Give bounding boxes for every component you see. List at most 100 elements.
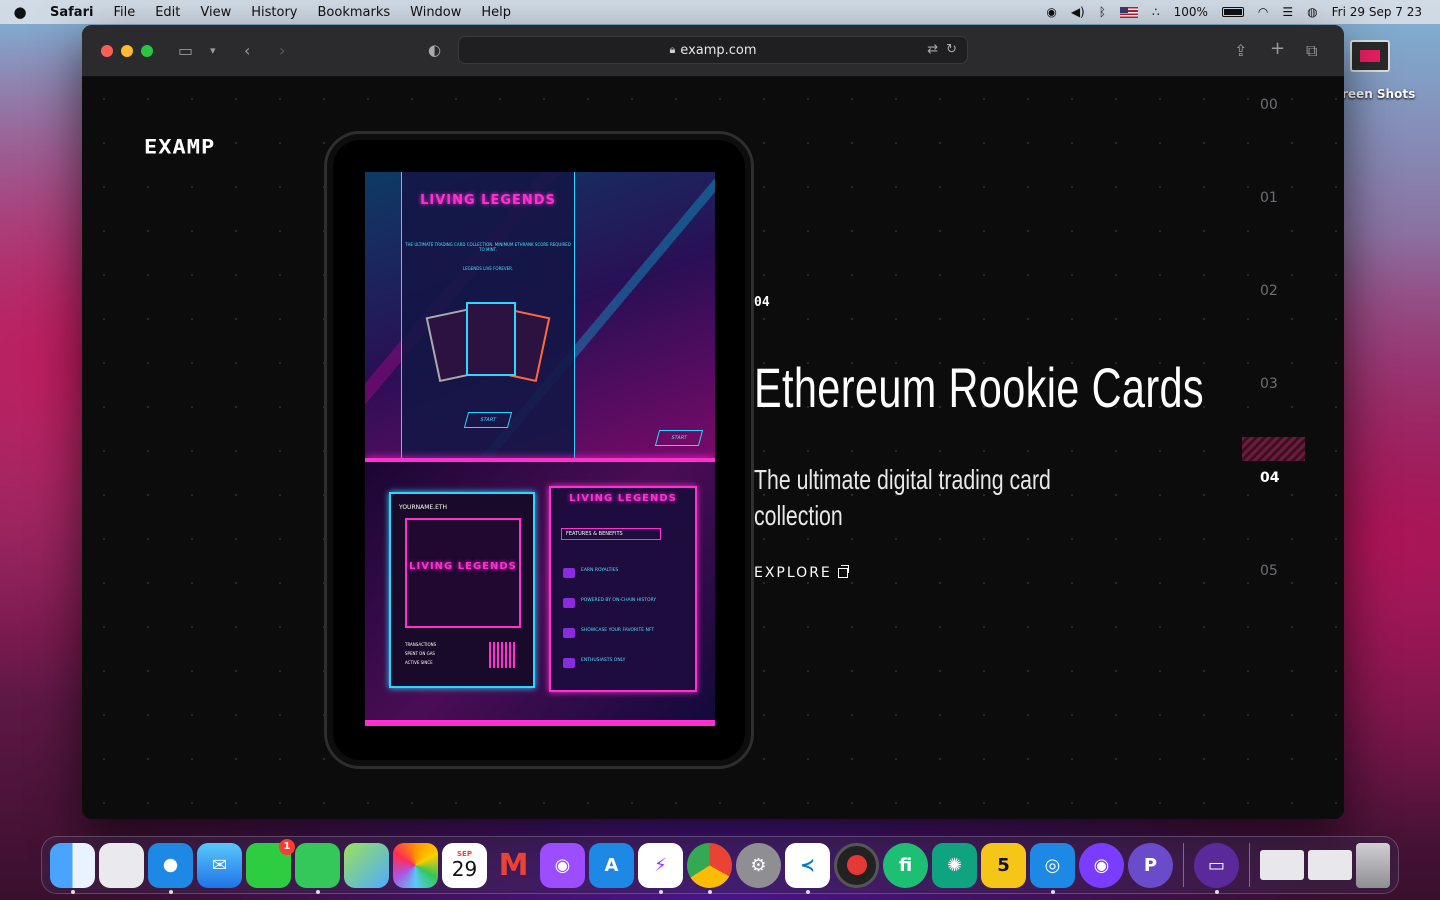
- mockup-card-name: YOURNAME.ETH: [399, 504, 448, 511]
- vscode-icon[interactable]: ≺: [785, 842, 830, 894]
- settings-gear-icon[interactable]: ⚙: [736, 842, 781, 888]
- share-icon[interactable]: ⇪: [1234, 41, 1247, 60]
- sidebar-toggle-icon[interactable]: ▭: [178, 41, 193, 60]
- siri-icon[interactable]: ◍: [1307, 5, 1317, 19]
- maps-icon[interactable]: [344, 842, 389, 888]
- mockup-features-header: FEATURES & BENEFITS: [561, 528, 661, 540]
- trash-icon[interactable]: [1356, 842, 1390, 888]
- mockup-brand-title: LIVING LEGENDS: [420, 193, 556, 208]
- web-page: EXAMP LIVING LEGENDS THE ULTIMATE TRADIN…: [82, 77, 1344, 819]
- photos-icon[interactable]: [393, 842, 438, 888]
- launchpad-icon[interactable]: [99, 842, 144, 888]
- apple-icon[interactable]: ●: [0, 3, 40, 21]
- minimized-window-1-icon[interactable]: [1260, 850, 1304, 880]
- menu-history[interactable]: History: [241, 5, 307, 20]
- new-tab-icon[interactable]: +: [1270, 38, 1285, 59]
- fiverr-icon[interactable]: fi: [883, 842, 928, 888]
- slide-nav-03[interactable]: 03: [1260, 376, 1320, 392]
- status-area: ◉ ◀) ᛒ ∴ 100% ◠ ☰ ◍ Fri 29 Sep 7 23: [1046, 5, 1440, 19]
- page-subtitle: The ultimate digital trading card collec…: [754, 464, 1051, 531]
- slide-nav-05[interactable]: 05: [1260, 563, 1320, 579]
- safari-icon[interactable]: [148, 842, 193, 894]
- chrome-icon[interactable]: [687, 842, 732, 894]
- app-store-icon[interactable]: A: [589, 842, 634, 888]
- chatgpt-icon[interactable]: ✺: [932, 842, 977, 888]
- mockup-card-brand: LIVING LEGENDS: [409, 561, 517, 572]
- chevron-down-icon[interactable]: ▾: [210, 44, 216, 57]
- drive-icon[interactable]: ▭: [1194, 842, 1239, 894]
- wifi-icon[interactable]: ◠: [1258, 5, 1268, 19]
- slide-nav-00[interactable]: 00: [1260, 97, 1320, 113]
- pastel-app-icon[interactable]: ◉: [1079, 842, 1124, 888]
- mockup-hero-section: LIVING LEGENDS THE ULTIMATE TRADING CARD…: [365, 172, 715, 460]
- safari-window: ▭ ▾ ‹ › ◐ 🔒︎ examp.com ⇄ ↻ ⇪ + ⧉ EXAMP L…: [82, 25, 1344, 819]
- finder-icon[interactable]: [50, 842, 95, 894]
- mockup-features-panel: LIVING LEGENDS FEATURES & BENEFITS EARN …: [549, 486, 697, 692]
- dock: ✉ 1 SEP 29 M ◉ A ⚡ ⚙ ≺ fi ✺ 5 ◎ ◉ P ▭: [41, 836, 1399, 894]
- explore-link[interactable]: EXPLORE: [754, 565, 849, 581]
- mockup-stat-active: ACTIVE SINCE: [405, 660, 433, 665]
- tablet-mockup: LIVING LEGENDS THE ULTIMATE TRADING CARD…: [324, 131, 754, 769]
- menu-edit[interactable]: Edit: [145, 5, 190, 20]
- mockup-feature-enthusiasts: ENTHUSIASTS ONLY: [563, 658, 683, 668]
- record-icon[interactable]: [834, 842, 879, 888]
- mockup-card-fan: [425, 302, 551, 384]
- minimized-window-2-icon[interactable]: [1308, 850, 1352, 880]
- address-bar[interactable]: 🔒︎ examp.com ⇄ ↻: [458, 36, 968, 64]
- gmail-icon[interactable]: M: [491, 843, 536, 888]
- slide-nav-01[interactable]: 01: [1260, 190, 1320, 206]
- slide-nav-04[interactable]: 04: [1260, 470, 1320, 486]
- five-app-icon[interactable]: 5: [981, 842, 1026, 888]
- reload-icon[interactable]: ↻: [946, 42, 957, 57]
- battery-percent: 100%: [1173, 5, 1208, 19]
- menu-view[interactable]: View: [190, 5, 241, 20]
- privacy-shield-icon[interactable]: ◐: [428, 41, 441, 59]
- p-app-icon[interactable]: P: [1128, 842, 1173, 888]
- facetime-badge: 1: [279, 838, 295, 855]
- active-slide-marker: [1242, 437, 1305, 461]
- podcasts-icon[interactable]: ◉: [540, 842, 585, 888]
- menu-file[interactable]: File: [103, 5, 145, 20]
- mockup-hero-panel: LIVING LEGENDS THE ULTIMATE TRADING CARD…: [401, 172, 575, 460]
- menubar: ● Safari File Edit View History Bookmark…: [0, 0, 1440, 24]
- mail-icon[interactable]: ✉: [197, 842, 242, 888]
- bluetooth-icon[interactable]: ᛒ: [1099, 5, 1106, 19]
- tab-overview-icon[interactable]: ⧉: [1306, 41, 1317, 61]
- menu-bookmarks[interactable]: Bookmarks: [308, 5, 401, 20]
- slide-number: 04: [754, 295, 770, 310]
- control-center-icon[interactable]: ☰: [1282, 5, 1293, 19]
- mockup-tagline: THE ULTIMATE TRADING CARD COLLECTION. MI…: [405, 242, 571, 252]
- mockup-motto: LEGENDS LIVE FOREVER.: [462, 266, 514, 271]
- menu-help[interactable]: Help: [471, 5, 521, 20]
- input-source-flag-icon[interactable]: [1119, 6, 1138, 18]
- screenshots-folder-icon[interactable]: [1350, 40, 1390, 72]
- dock-separator: [1183, 843, 1184, 887]
- page-title: Ethereum Rookie Cards: [754, 356, 1205, 419]
- airdrop-icon[interactable]: ◉: [1046, 5, 1056, 19]
- lock-icon: 🔒︎: [669, 43, 676, 56]
- slide-nav-02[interactable]: 02: [1260, 283, 1320, 299]
- translate-icon[interactable]: ⇄: [927, 42, 938, 57]
- facetime-icon[interactable]: 1: [246, 838, 295, 888]
- messages-icon[interactable]: [295, 842, 340, 894]
- menu-window[interactable]: Window: [400, 5, 471, 20]
- battery-icon[interactable]: [1221, 7, 1244, 17]
- volume-icon[interactable]: ◀): [1071, 5, 1085, 19]
- mockup-nft-card: YOURNAME.ETH LIVING LEGENDS TRANSACTIONS…: [389, 492, 535, 688]
- alpha-app-icon[interactable]: ◎: [1030, 842, 1075, 894]
- close-window-button[interactable]: [101, 44, 113, 57]
- menu-app-name[interactable]: Safari: [40, 5, 103, 20]
- minimize-window-button[interactable]: [121, 44, 133, 57]
- clock[interactable]: Fri 29 Sep 7 23: [1332, 5, 1422, 19]
- maximize-window-button[interactable]: [141, 44, 153, 57]
- activity-icon[interactable]: ∴: [1152, 5, 1160, 19]
- calendar-icon[interactable]: SEP 29: [442, 842, 487, 888]
- browser-toolbar: ▭ ▾ ‹ › ◐ 🔒︎ examp.com ⇄ ↻ ⇪ + ⧉: [82, 25, 1344, 77]
- calendar-day: 29: [451, 857, 478, 881]
- messenger-icon[interactable]: ⚡: [638, 842, 683, 894]
- back-icon[interactable]: ‹: [244, 41, 250, 60]
- external-link-icon: [837, 565, 849, 578]
- site-logo[interactable]: EXAMP: [144, 136, 215, 159]
- forward-icon[interactable]: ›: [279, 41, 285, 60]
- mockup-footer-bar: [365, 720, 715, 726]
